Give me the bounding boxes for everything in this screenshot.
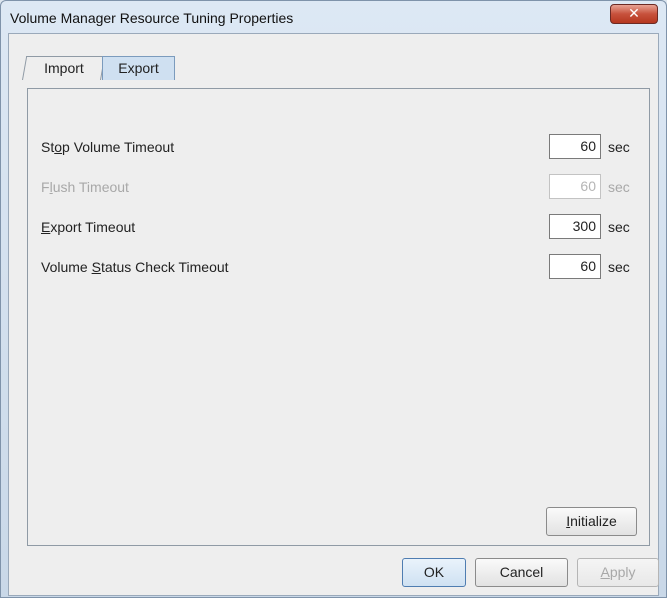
- flush-timeout-label: Flush Timeout: [41, 179, 129, 195]
- export-timeout-label: Export Timeout: [41, 219, 136, 235]
- stop-volume-timeout-label: Stop Volume Timeout: [41, 139, 175, 155]
- tab-export-label: Export: [118, 60, 159, 76]
- tab-import[interactable]: Import: [22, 56, 106, 80]
- volume-status-check-timeout-label: Volume Status Check Timeout: [41, 259, 229, 275]
- stop-volume-timeout-unit: sec: [608, 139, 630, 155]
- flush-timeout-unit: sec: [608, 179, 630, 195]
- tab-export[interactable]: Export: [102, 56, 175, 80]
- stop-volume-timeout-input[interactable]: 60: [549, 134, 601, 159]
- tab-import-label: Import: [43, 60, 84, 76]
- close-icon: ✕: [628, 6, 640, 22]
- apply-button: Apply: [577, 558, 659, 587]
- close-button[interactable]: ✕: [610, 4, 658, 24]
- export-timeout-input[interactable]: 300: [549, 214, 601, 239]
- ok-button[interactable]: OK: [402, 558, 466, 587]
- volume-status-check-timeout-input[interactable]: 60: [549, 254, 601, 279]
- title-bar[interactable]: Volume Manager Resource Tuning Propertie…: [1, 1, 666, 33]
- window-title: Volume Manager Resource Tuning Propertie…: [10, 10, 294, 26]
- initialize-button[interactable]: Initialize: [546, 507, 637, 536]
- volume-status-check-timeout-unit: sec: [608, 259, 630, 275]
- flush-timeout-input: 60: [549, 174, 601, 199]
- export-timeout-unit: sec: [608, 219, 630, 235]
- cancel-button[interactable]: Cancel: [475, 558, 568, 587]
